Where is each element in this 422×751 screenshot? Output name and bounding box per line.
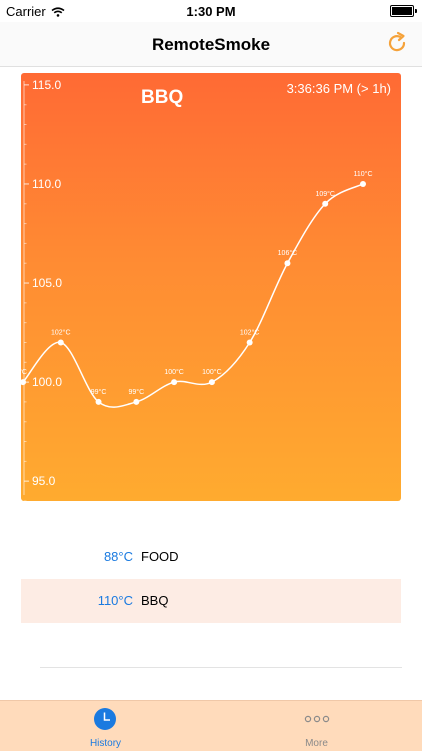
page-title: RemoteSmoke [151, 35, 271, 54]
tab-history[interactable]: History [0, 701, 211, 751]
data-point [360, 180, 366, 187]
divider [40, 667, 402, 668]
status-time: 1:30 PM [186, 4, 236, 19]
navigation-bar: RemoteSmoke [0, 22, 422, 67]
temperature-chart: 115.0 110.0 105.0 100.0 95.0 °C 102°C 99°C 99°C 1… [21, 73, 401, 501]
data-point [208, 379, 215, 386]
data-label: 99°C [91, 388, 107, 396]
data-point [171, 379, 178, 386]
refresh-icon[interactable] [384, 30, 410, 56]
chart-canvas: 115.0 110.0 105.0 100.0 95.0 °C 102°C 99°C 99°C 1… [21, 78, 373, 501]
y-tick-label: 110.0 [32, 177, 61, 191]
battery-icon [390, 5, 417, 17]
data-label: 102°C [240, 328, 260, 336]
y-tick-label: 105.0 [32, 276, 62, 290]
data-label: °C [21, 368, 27, 376]
legend-name: BBQ [141, 593, 169, 608]
data-label: 106°C [278, 249, 298, 257]
legend-name: FOOD [141, 549, 179, 564]
y-tick-label: 95.0 [32, 474, 56, 488]
data-label: 100°C [164, 368, 184, 376]
chart-timestamp: 3:36:36 PM (> 1h) [286, 81, 391, 96]
chart-title: BBQ [141, 87, 184, 108]
data-point [95, 398, 102, 405]
data-point [133, 398, 140, 405]
more-dots-icon [304, 715, 330, 723]
legend-value: 110°C [97, 593, 133, 608]
data-point [322, 200, 329, 207]
data-label: 99°C [129, 388, 145, 396]
tab-more-label: More [305, 738, 328, 749]
clock-icon [94, 708, 116, 730]
legend-value: 88°C [103, 549, 133, 564]
data-label: 102°C [51, 328, 71, 336]
status-bar: Carrier 1:30 PM [0, 0, 422, 22]
data-point [57, 339, 64, 346]
y-tick-label: 100.0 [32, 375, 62, 389]
y-tick-label: 115.0 [32, 78, 61, 92]
tab-bar: History More [0, 700, 422, 751]
series-line [22, 183, 364, 408]
legend-row-bbq[interactable]: 110°C BBQ [21, 579, 401, 623]
legend-row-food[interactable]: 88°C FOOD [21, 535, 401, 579]
tab-history-label: History [89, 738, 122, 749]
data-label: 100°C [202, 368, 222, 376]
tab-more[interactable]: More [211, 701, 422, 751]
data-label: 109°C [315, 190, 335, 198]
data-point [246, 339, 253, 346]
data-point [284, 260, 291, 267]
data-label: 110°C [353, 170, 372, 178]
